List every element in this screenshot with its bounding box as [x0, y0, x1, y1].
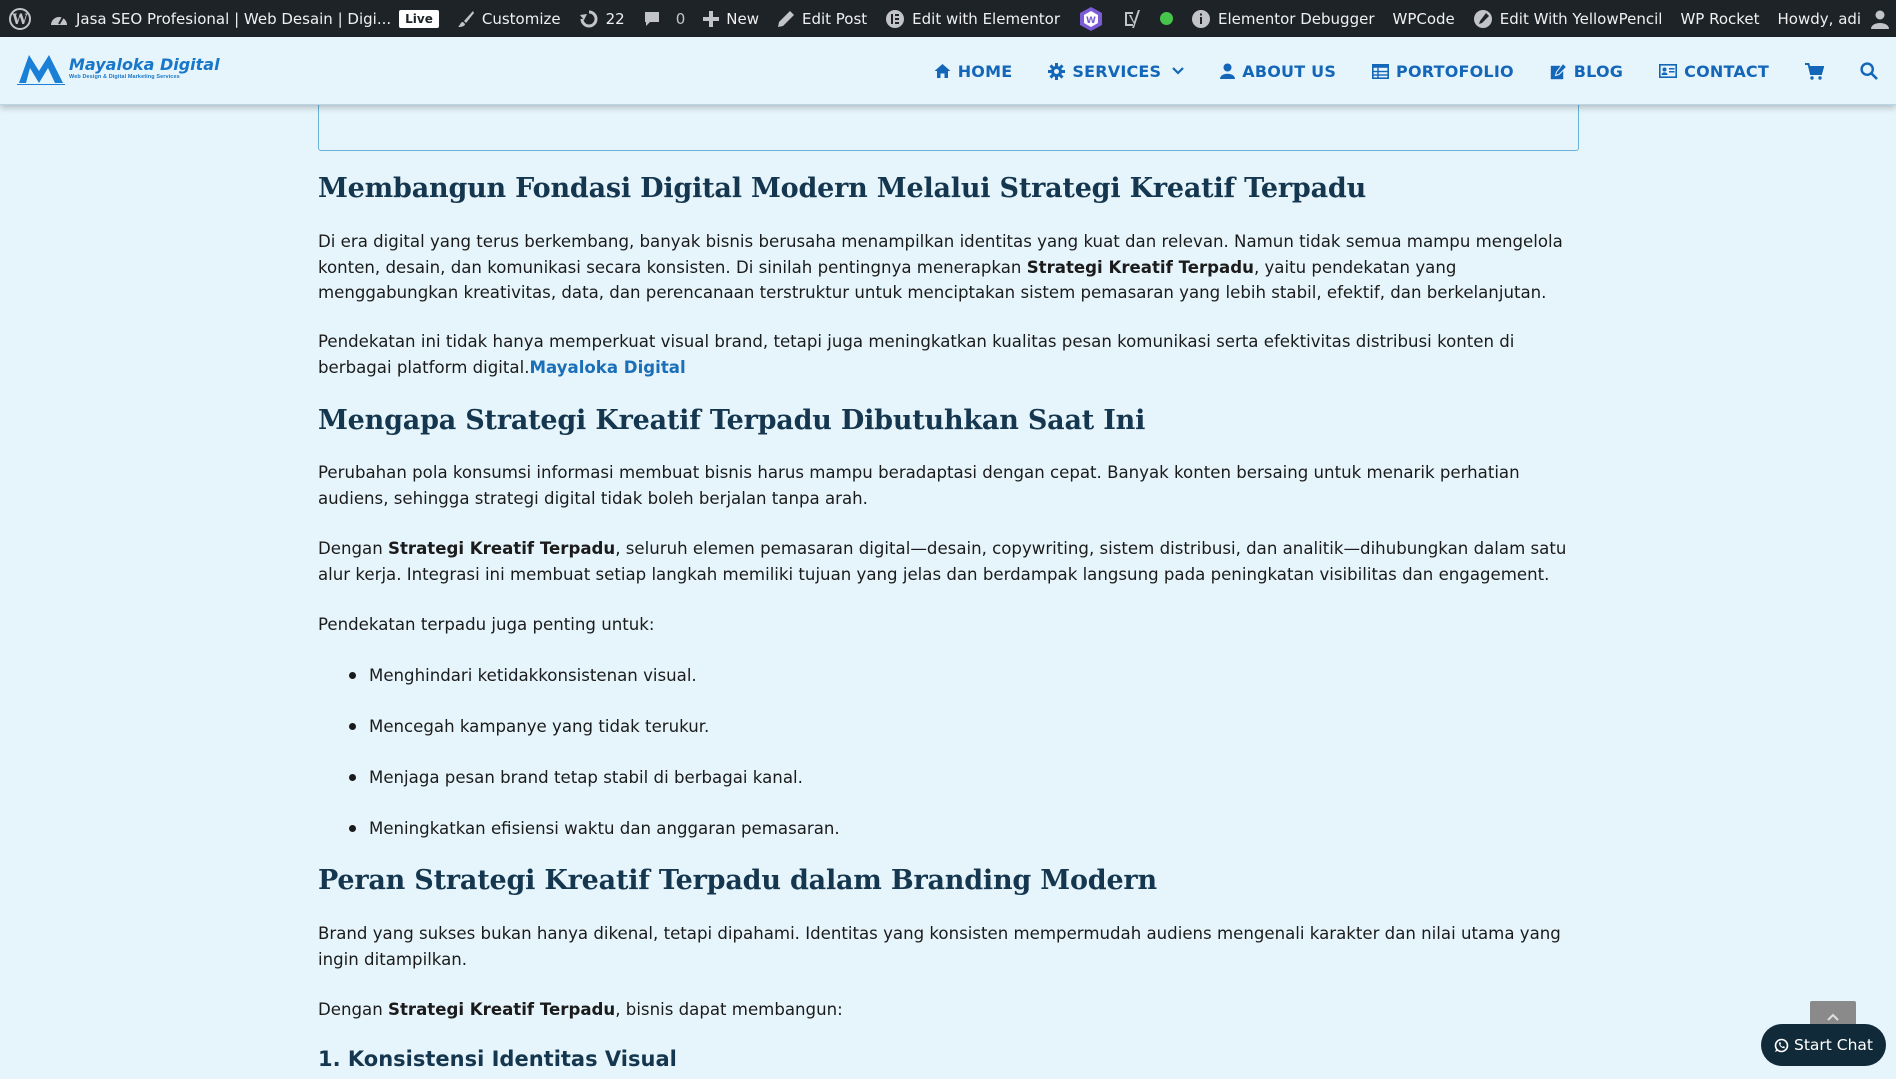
- comments-count: 0: [675, 9, 686, 28]
- list-item: Menghindari ketidakkonsistenan visual.: [349, 650, 840, 701]
- nav-home-label: HOME: [957, 61, 1013, 81]
- edit-elementor-link[interactable]: Edit with Elementor: [876, 0, 1069, 37]
- edit-square-icon: [1550, 62, 1567, 80]
- seo-status-indicator[interactable]: [1151, 0, 1182, 37]
- start-chat-button[interactable]: Start Chat: [1761, 1024, 1886, 1066]
- logo-tagline: Web Design & Digital Marketing Services: [69, 74, 180, 80]
- cart-icon[interactable]: [1805, 62, 1824, 80]
- yellowpencil-label: Edit With YellowPencil: [1499, 9, 1663, 28]
- nav-portfolio[interactable]: PORTOFOLIO: [1372, 62, 1514, 81]
- customize-label: Customize: [481, 9, 561, 28]
- article-heading-1: Membangun Fondasi Digital Modern Melalui…: [318, 173, 1367, 204]
- yellowpencil-link[interactable]: Edit With YellowPencil: [1464, 0, 1672, 37]
- table-of-contents-box: [318, 105, 1579, 151]
- edit-elementor-label: Edit with Elementor: [912, 9, 1061, 28]
- main-nav: HOME SERVICES ABOUT US PORTOFOLIO BLOG C…: [898, 37, 1878, 105]
- article-heading-2: Mengapa Strategi Kreatif Terpadu Dibutuh…: [318, 405, 1146, 436]
- paragraph-approach: Pendekatan ini tidak hanya memperkuat vi…: [318, 329, 1583, 380]
- search-icon[interactable]: [1860, 62, 1878, 80]
- nav-services[interactable]: SERVICES: [1048, 61, 1185, 81]
- new-content-link[interactable]: New: [694, 0, 768, 37]
- comment-icon: [643, 10, 661, 28]
- refresh-icon: [579, 9, 599, 29]
- paragraph-build: Dengan Strategi Kreatif Terpadu, bisnis …: [318, 997, 1583, 1023]
- elementor-debugger-label: Elementor Debugger: [1218, 9, 1375, 28]
- paintbrush-icon: [457, 10, 475, 28]
- yellowpencil-icon: [1473, 9, 1493, 29]
- paragraph-integration: Dengan Strategi Kreatif Terpadu, seluruh…: [318, 536, 1583, 587]
- paragraph-integration-text-a: Dengan: [318, 539, 388, 558]
- user-avatar-icon: [1870, 9, 1890, 29]
- elementor-debugger-link[interactable]: Elementor Debugger: [1182, 0, 1383, 37]
- plugin-shield-icon[interactable]: W: [1069, 0, 1113, 37]
- nav-contact-label: CONTACT: [1684, 61, 1769, 81]
- wp-rocket-link[interactable]: WP Rocket: [1671, 0, 1768, 37]
- nav-home[interactable]: HOME: [934, 62, 1013, 81]
- user-icon: [1220, 63, 1236, 79]
- site-logo[interactable]: Mayaloka Digital Web Design & Digital Ma…: [17, 51, 220, 85]
- nav-services-label: SERVICES: [1072, 61, 1162, 81]
- keyword-bold: Strategi Kreatif Terpadu: [388, 1000, 616, 1019]
- home-icon: [934, 63, 951, 79]
- new-label: New: [726, 9, 759, 28]
- nav-about-label: ABOUT US: [1242, 61, 1337, 81]
- admin-bar: W Jasa SEO Profesional | Web Desain | Di…: [0, 0, 1896, 37]
- paragraph-branding: Brand yang sukses bukan hanya dikenal, t…: [318, 924, 1561, 969]
- paragraph-list-intro: Pendekatan terpadu juga penting untuk:: [318, 615, 655, 634]
- comments-link[interactable]: 0: [634, 0, 695, 37]
- green-dot-icon: [1160, 12, 1174, 25]
- start-chat-label: Start Chat: [1793, 1036, 1873, 1054]
- svg-text:W: W: [11, 12, 28, 28]
- paragraph-build-text-a: Dengan: [318, 1000, 388, 1019]
- list-item: Meningkatkan efisiensi waktu dan anggara…: [349, 803, 840, 854]
- whatsapp-icon: [1774, 1038, 1789, 1053]
- logo-mark-icon: [17, 55, 65, 85]
- nav-contact[interactable]: CONTACT: [1659, 62, 1769, 81]
- nav-about[interactable]: ABOUT US: [1220, 62, 1336, 81]
- logo-name: Mayaloka Digital: [69, 55, 220, 74]
- svg-text:W: W: [1086, 16, 1096, 26]
- updates-link[interactable]: 22: [570, 0, 634, 37]
- yoast-icon[interactable]: [1113, 0, 1151, 37]
- chevron-up-icon: [1827, 1013, 1839, 1021]
- table-grid-icon: [1372, 63, 1390, 79]
- dashboard-icon: [49, 10, 69, 28]
- paragraph-build-text-b: , bisnis dapat membangun:: [615, 1000, 843, 1019]
- edit-post-link[interactable]: Edit Post: [768, 0, 876, 37]
- updates-count: 22: [605, 9, 625, 28]
- wpcode-label: WPCode: [1392, 9, 1455, 28]
- nav-blog[interactable]: BLOG: [1550, 62, 1623, 81]
- list-item: Mencegah kampanye yang tidak terukur.: [349, 701, 840, 752]
- nav-portfolio-label: PORTOFOLIO: [1396, 61, 1514, 81]
- keyword-bold: Strategi Kreatif Terpadu: [1026, 257, 1254, 277]
- plus-icon: [703, 10, 720, 27]
- paragraph-why: Perubahan pola konsumsi informasi membua…: [318, 463, 1520, 508]
- wp-rocket-label: WP Rocket: [1680, 9, 1760, 28]
- mayaloka-digital-link[interactable]: Mayaloka Digital: [529, 358, 685, 377]
- article-heading-3: Peran Strategi Kreatif Terpadu dalam Bra…: [318, 865, 1157, 896]
- keyword-bold: Strategi Kreatif Terpadu: [388, 539, 616, 558]
- chevron-down-icon: [1172, 67, 1185, 75]
- gear-icon: [1048, 62, 1066, 80]
- site-title: Jasa SEO Profesional | Web Desain | Digi…: [76, 9, 392, 28]
- wpcode-link[interactable]: WPCode: [1384, 0, 1464, 37]
- article-subheading-1: 1. Konsistensi Identitas Visual: [318, 1047, 677, 1071]
- edit-post-label: Edit Post: [801, 9, 868, 28]
- info-icon: [1191, 9, 1211, 29]
- account-menu[interactable]: Howdy, adi: [1769, 0, 1896, 37]
- paragraph-approach-text: Pendekatan ini tidak hanya memperkuat vi…: [318, 332, 1515, 377]
- address-card-icon: [1659, 64, 1678, 78]
- site-header: Mayaloka Digital Web Design & Digital Ma…: [0, 37, 1896, 105]
- elementor-icon: [885, 9, 905, 29]
- site-name-menu[interactable]: Jasa SEO Profesional | Web Desain | Digi…: [40, 0, 448, 37]
- list-item: Menjaga pesan brand tetap stabil di berb…: [349, 752, 840, 803]
- paragraph-intro: Di era digital yang terus berkembang, ba…: [318, 229, 1583, 306]
- howdy-label: Howdy, adi: [1777, 9, 1862, 28]
- live-badge: Live: [399, 9, 439, 28]
- nav-blog-label: BLOG: [1573, 61, 1624, 81]
- pencil-icon: [777, 10, 795, 28]
- wordpress-logo-icon[interactable]: W: [0, 0, 40, 37]
- customize-link[interactable]: Customize: [448, 0, 570, 37]
- benefits-list: Menghindari ketidakkonsistenan visual. M…: [349, 650, 840, 854]
